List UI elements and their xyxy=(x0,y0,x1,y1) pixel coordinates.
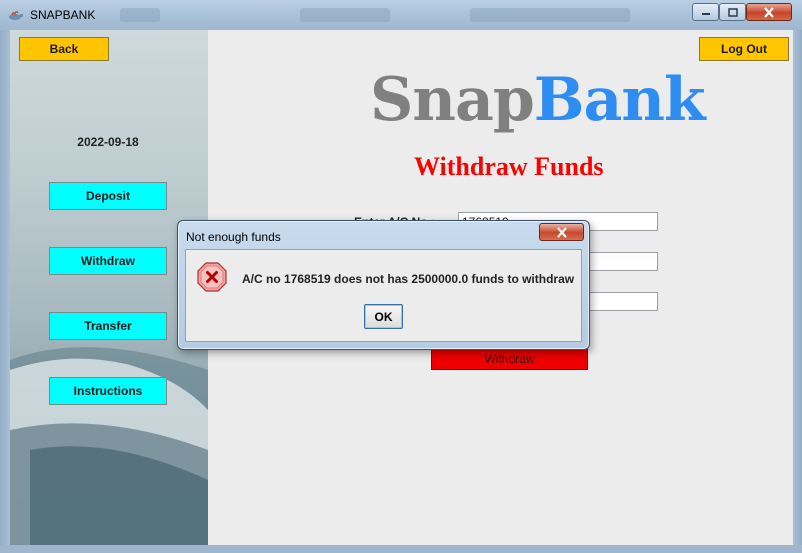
blurred-region xyxy=(300,8,390,22)
dialog-body: A/C no 1768519 does not has 2500000.0 fu… xyxy=(185,249,582,342)
dialog-message: A/C no 1768519 does not has 2500000.0 fu… xyxy=(242,272,575,286)
blurred-region xyxy=(470,8,630,22)
window-titlebar[interactable]: SNAPBANK xyxy=(0,0,802,30)
java-app-icon xyxy=(9,11,23,20)
close-icon xyxy=(556,226,567,238)
error-icon xyxy=(197,262,227,292)
current-date: 2022-09-18 xyxy=(77,135,139,149)
maximize-icon xyxy=(727,7,738,17)
app-logo: SnapBank xyxy=(370,65,706,135)
window-frame xyxy=(793,30,802,553)
window-frame xyxy=(0,545,802,553)
minimize-button[interactable] xyxy=(692,3,719,21)
withdraw-submit-button[interactable]: Withdraw xyxy=(431,347,588,370)
deposit-button[interactable]: Deposit xyxy=(49,182,167,210)
close-icon xyxy=(764,6,774,18)
blurred-region xyxy=(120,8,160,22)
dialog-title: Not enough funds xyxy=(186,230,281,244)
window-frame xyxy=(0,30,10,545)
logout-button[interactable]: Log Out xyxy=(699,37,789,61)
error-dialog: Not enough funds A/C no 1768519 does not… xyxy=(177,220,590,350)
instructions-button[interactable]: Instructions xyxy=(49,377,167,405)
close-button[interactable] xyxy=(746,3,792,21)
dialog-close-button[interactable] xyxy=(539,223,584,241)
maximize-button[interactable] xyxy=(719,3,746,21)
logo-text-snap: Snap xyxy=(370,65,535,135)
page-title: Withdraw Funds xyxy=(414,152,604,181)
window-title: SNAPBANK xyxy=(30,8,96,22)
back-button[interactable]: Back xyxy=(19,37,109,61)
transfer-button[interactable]: Transfer xyxy=(49,312,167,340)
ok-button[interactable]: OK xyxy=(364,304,403,329)
logo-text-bank: Bank xyxy=(533,65,706,135)
minimize-icon xyxy=(701,13,710,15)
withdraw-nav-button[interactable]: Withdraw xyxy=(49,247,167,275)
